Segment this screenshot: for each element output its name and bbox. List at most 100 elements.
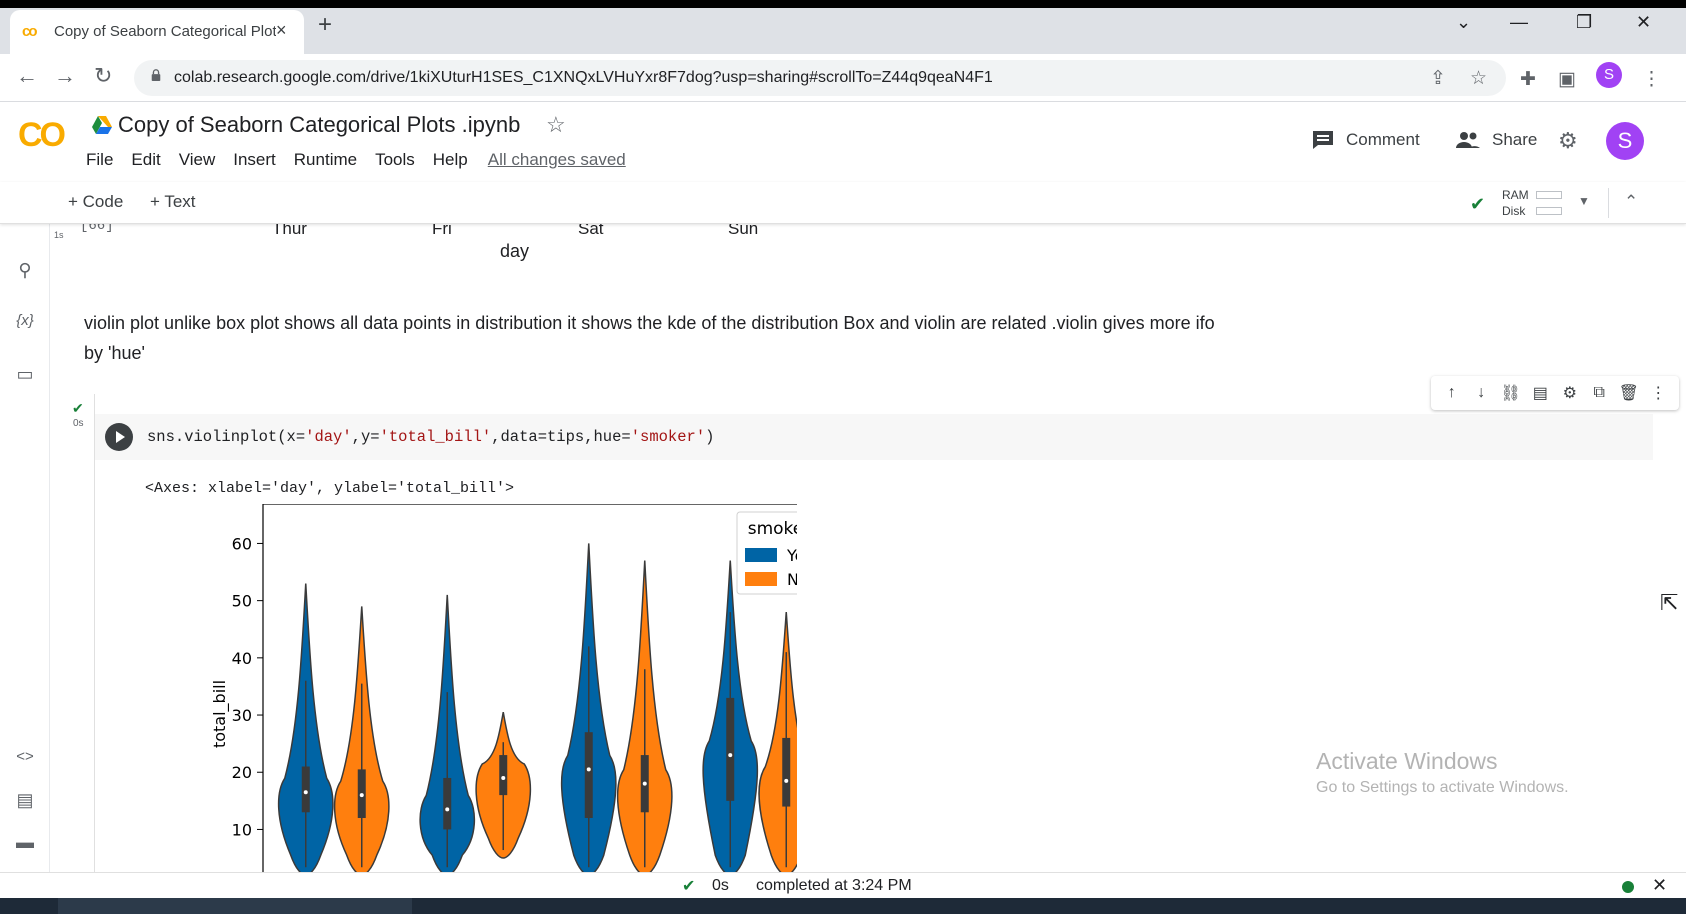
- mirror-icon[interactable]: ⧉: [1587, 384, 1611, 402]
- connection-status-dot: [1622, 881, 1634, 893]
- series-no-1-iqr-box: [499, 755, 508, 796]
- comment-icon[interactable]: ▤: [1528, 383, 1552, 403]
- mouse-cursor-icon: ⇱: [1660, 590, 1679, 615]
- arrow-up-icon[interactable]: ↑: [1440, 384, 1464, 402]
- url-text: colab.research.google.com/drive/1kiXUtur…: [174, 69, 993, 86]
- code-string: 'total_bill': [379, 428, 492, 446]
- share-page-icon[interactable]: ⇪: [1430, 67, 1446, 90]
- comment-button[interactable]: Comment: [1312, 120, 1420, 160]
- screen: co Copy of Seaborn Categorical Plot × + …: [0, 0, 1686, 914]
- collapse-icon[interactable]: ⌃: [1624, 192, 1638, 212]
- search-icon[interactable]: ⚲: [14, 260, 36, 281]
- markdown-cell[interactable]: violin plot unlike box plot shows all da…: [84, 308, 1394, 368]
- star-icon[interactable]: ☆: [546, 112, 566, 138]
- code-token: ): [705, 428, 715, 446]
- series-yes-3-median-dot: [728, 753, 733, 758]
- ram-label: RAM: [1502, 188, 1529, 202]
- browser-menu-icon[interactable]: ⋮: [1642, 68, 1661, 91]
- code-token: ,data=tips,hue=: [491, 428, 631, 446]
- y-axis-label: total_bill: [210, 680, 230, 748]
- restore-icon[interactable]: ❐: [1576, 12, 1592, 33]
- people-icon: [1456, 132, 1480, 148]
- add-text-button[interactable]: + Text: [150, 192, 196, 212]
- code-editor[interactable]: sns.violinplot(x='day',y='total_bill',da…: [95, 414, 1653, 460]
- close-tab-icon[interactable]: ×: [276, 20, 287, 41]
- series-yes-0-iqr-box: [301, 766, 310, 813]
- menu-insert[interactable]: Insert: [233, 150, 276, 170]
- bookmark-star-icon[interactable]: ☆: [1470, 67, 1487, 90]
- code-string: 'day': [305, 428, 352, 446]
- browser-tab[interactable]: co Copy of Seaborn Categorical Plot ×: [10, 10, 304, 54]
- code-snippets-icon[interactable]: <>: [14, 748, 36, 765]
- new-tab-icon[interactable]: +: [318, 13, 332, 37]
- lock-icon: [151, 69, 161, 81]
- extensions-icon[interactable]: ✚: [1520, 68, 1536, 91]
- chart-svg: 10 20 30 40 50 60 total_bill smoker Yes No: [210, 503, 830, 872]
- gear-icon[interactable]: ⚙: [1558, 383, 1582, 403]
- back-icon[interactable]: ←: [16, 63, 38, 89]
- user-avatar[interactable]: S: [1606, 122, 1644, 160]
- link-icon[interactable]: ⛓: [1499, 383, 1523, 403]
- menu-runtime[interactable]: Runtime: [294, 150, 357, 170]
- runtime-dropdown-icon[interactable]: ▼: [1578, 194, 1590, 208]
- violin-plot: 10 20 30 40 50 60 total_bill smoker Yes No: [147, 503, 830, 872]
- browser-avatar[interactable]: S: [1596, 62, 1622, 88]
- run-cell-button[interactable]: [105, 423, 133, 451]
- files-folder-icon[interactable]: ▭: [14, 364, 36, 385]
- chevron-down-icon[interactable]: ⌄: [1456, 12, 1471, 33]
- comment-icon: [1313, 131, 1333, 149]
- menu-file[interactable]: File: [86, 150, 113, 170]
- notebook-title[interactable]: Copy of Seaborn Categorical Plots .ipynb: [118, 112, 520, 138]
- y-tick-label: 50: [232, 592, 252, 611]
- code-cell[interactable]: ✔ 0s sns.violinplot(x='day',y='total_bil…: [72, 376, 1679, 872]
- terminal-icon[interactable]: ▬: [14, 832, 36, 853]
- prev-cell-exec-count: [66]: [80, 224, 114, 234]
- menu-help[interactable]: Help: [433, 150, 468, 170]
- menu-tools[interactable]: Tools: [375, 150, 415, 170]
- series-yes-2-iqr-box: [584, 732, 593, 818]
- menu-edit[interactable]: Edit: [131, 150, 160, 170]
- prev-cell-exec-time: 1s: [54, 230, 64, 240]
- share-button[interactable]: Share: [1456, 120, 1537, 160]
- prev-tick-label: Sat: [578, 224, 604, 238]
- toolbar-divider: [1608, 188, 1609, 218]
- arrow-down-icon[interactable]: ↓: [1469, 384, 1493, 402]
- close-window-icon[interactable]: ✕: [1636, 12, 1651, 33]
- command-palette-icon[interactable]: ▤: [14, 790, 36, 811]
- y-tick-label: 20: [232, 763, 252, 782]
- cell-toolbar: ↑ ↓ ⛓ ▤ ⚙ ⧉ 🗑 ⋮: [1431, 376, 1679, 410]
- colab-logo[interactable]: CO: [18, 116, 66, 155]
- omnibox[interactable]: colab.research.google.com/drive/1kiXUtur…: [134, 60, 1506, 96]
- menu-view[interactable]: View: [179, 150, 216, 170]
- settings-gear-icon[interactable]: ⚙: [1558, 128, 1578, 154]
- tab-title: Copy of Seaborn Categorical Plot: [54, 23, 276, 40]
- code-cell-body: sns.violinplot(x='day',y='total_bill',da…: [94, 376, 1679, 872]
- colab-header: CO Copy of Seaborn Categorical Plots .ip…: [0, 102, 1686, 182]
- taskbar-search[interactable]: [58, 898, 412, 914]
- variables-icon[interactable]: {x}: [14, 312, 36, 329]
- code-text[interactable]: sns.violinplot(x='day',y='total_bill',da…: [147, 428, 714, 446]
- code-string: 'smoker': [630, 428, 706, 446]
- legend-swatch: [745, 572, 777, 586]
- activate-windows-subtitle: Go to Settings to activate Windows.: [1316, 779, 1569, 796]
- minimize-icon[interactable]: —: [1510, 12, 1528, 33]
- more-icon[interactable]: ⋮: [1646, 383, 1670, 403]
- forward-icon[interactable]: →: [54, 63, 76, 89]
- reload-icon[interactable]: ↻: [94, 63, 112, 89]
- close-status-icon[interactable]: ✕: [1652, 875, 1667, 896]
- y-tick-label: 60: [232, 534, 252, 553]
- status-check-icon: ✔: [682, 878, 696, 895]
- series-no-1-median-dot: [501, 775, 506, 780]
- series-yes-1-median-dot: [445, 807, 450, 812]
- resource-monitor[interactable]: ✔ RAM Disk: [1470, 186, 1562, 220]
- windows-taskbar: [0, 898, 1686, 914]
- trash-icon[interactable]: 🗑: [1617, 383, 1641, 403]
- series-no-0-median-dot: [359, 793, 364, 798]
- side-panel-icon[interactable]: ▣: [1558, 68, 1576, 91]
- series-no-2-median-dot: [642, 781, 647, 786]
- prev-tick-label: Thur: [272, 224, 307, 238]
- save-status[interactable]: All changes saved: [488, 150, 626, 170]
- browser-tab-strip: co Copy of Seaborn Categorical Plot × + …: [0, 0, 1686, 54]
- notebook-toolbar: + Code + Text ✔ RAM Disk ▼ ⌃: [0, 182, 1686, 224]
- add-code-button[interactable]: + Code: [68, 192, 123, 212]
